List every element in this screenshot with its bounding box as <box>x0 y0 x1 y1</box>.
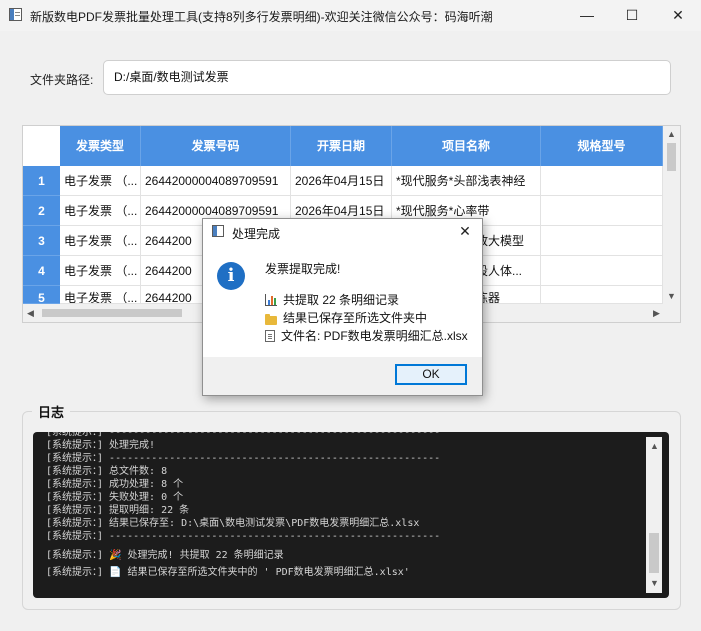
table-cell[interactable] <box>541 286 663 304</box>
minimize-button[interactable]: — <box>564 0 610 31</box>
column-header-item-name[interactable]: 项目名称 <box>392 126 541 166</box>
row-header[interactable]: 1 <box>23 166 60 196</box>
log-scroll-up-arrow-icon[interactable]: ▲ <box>650 441 659 451</box>
column-header-invoice-date[interactable]: 开票日期 <box>291 126 392 166</box>
log-line: [系统提示：] 成功处理: 8 个 <box>46 479 184 490</box>
maximize-button[interactable]: ☐ <box>609 0 655 31</box>
row-header[interactable]: 2 <box>23 196 60 226</box>
dialog-title: 处理完成 <box>232 227 281 241</box>
log-line: [系统提示：] --------------------------------… <box>46 432 441 438</box>
log-line: [系统提示：] --------------------------------… <box>46 531 441 542</box>
ok-button[interactable]: OK <box>395 364 467 385</box>
log-lines: [系统提示：] --------------------------------… <box>46 432 646 581</box>
table-corner <box>23 126 60 166</box>
scroll-up-arrow-icon[interactable]: ▲ <box>667 129 676 139</box>
document-icon <box>265 330 275 342</box>
app-icon <box>9 8 22 21</box>
folder-path-label: 文件夹路径: <box>30 73 94 87</box>
table-cell[interactable]: 2026年04月15日 <box>291 166 392 196</box>
close-button[interactable]: ✕ <box>655 0 701 31</box>
window-title: 新版数电PDF发票批量处理工具(支持8列多行发票明细)-欢迎关注微信公众号：码海… <box>30 10 493 24</box>
table-cell[interactable]: *现代服务*头部浅表神经 <box>392 166 541 196</box>
log-title: 日志 <box>32 402 71 421</box>
table-cell[interactable]: 电子发票 （... <box>60 196 141 226</box>
info-icon: i <box>217 262 245 290</box>
dialog-line-records: 共提取 22 条明细记录 <box>265 291 399 308</box>
log-scroll-thumb[interactable] <box>649 533 659 573</box>
table-cell[interactable]: 电子发票 （... <box>60 166 141 196</box>
scroll-left-arrow-icon[interactable]: ◀ <box>27 308 34 319</box>
row-header[interactable]: 5 <box>23 286 60 305</box>
log-scroll-down-arrow-icon[interactable]: ▼ <box>650 578 659 588</box>
folder-path-input[interactable]: D:/桌面/数电测试发票 <box>103 60 671 95</box>
dialog-app-icon <box>212 225 224 237</box>
log-line: [系统提示：] --------------------------------… <box>46 453 441 464</box>
log-line: [系统提示：] 总文件数: 8 <box>46 466 168 477</box>
bar-chart-icon <box>265 294 277 306</box>
title-bar: 新版数电PDF发票批量处理工具(支持8列多行发票明细)-欢迎关注微信公众号：码海… <box>0 0 701 31</box>
log-line: [系统提示：] 🎉 处理完成! 共提取 22 条明细记录 <box>46 550 284 561</box>
folder-icon <box>265 314 277 325</box>
log-line: [系统提示：] 📄 结果已保存至所选文件夹中的 ' PDF数电发票明细汇总.xl… <box>46 567 410 578</box>
log-line: [系统提示：] 结果已保存至: D:\桌面\数电测试发票\PDF数电发票明细汇总… <box>46 518 420 529</box>
table-cell[interactable]: 电子发票 （... <box>60 226 141 256</box>
dialog-line-filename: 文件名: PDF数电发票明细汇总.xlsx <box>265 327 468 344</box>
table-cell[interactable] <box>541 196 663 226</box>
row-header[interactable]: 3 <box>23 226 60 256</box>
dialog-title-bar: 处理完成 ✕ <box>203 219 482 245</box>
column-header-spec-model[interactable]: 规格型号 <box>541 126 663 166</box>
column-header-invoice-number[interactable]: 发票号码 <box>141 126 291 166</box>
dialog-filename-text: 文件名: PDF数电发票明细汇总.xlsx <box>281 329 468 343</box>
table-cell[interactable]: 电子发票 （... <box>60 286 141 304</box>
row-header[interactable]: 4 <box>23 256 60 286</box>
log-console[interactable]: [系统提示：] --------------------------------… <box>33 432 669 598</box>
table-cell[interactable]: 电子发票 （... <box>60 256 141 286</box>
log-line: [系统提示：] 失败处理: 0 个 <box>46 492 184 503</box>
dialog-body: i 发票提取完成! 共提取 22 条明细记录 结果已保存至所选文件夹中 文件名:… <box>203 245 482 357</box>
dialog-line-saved: 结果已保存至所选文件夹中 <box>265 309 427 326</box>
log-line: [系统提示：] 提取明细: 22 条 <box>46 505 190 516</box>
table-cell[interactable] <box>541 166 663 196</box>
completion-dialog: 处理完成 ✕ i 发票提取完成! 共提取 22 条明细记录 结果已保存至所选文件… <box>202 218 483 396</box>
table-cell[interactable]: 26442000004089709591 <box>141 166 291 196</box>
table-vertical-scroll-thumb[interactable] <box>667 143 676 171</box>
log-line: [系统提示：] 处理完成! <box>46 440 156 451</box>
dialog-records-text: 共提取 22 条明细记录 <box>283 293 400 307</box>
column-header-invoice-type[interactable]: 发票类型 <box>60 126 141 166</box>
table-cell[interactable] <box>541 256 663 286</box>
scroll-right-arrow-icon[interactable]: ▶ <box>653 308 660 319</box>
table-horizontal-scroll-thumb[interactable] <box>42 309 182 317</box>
dialog-heading: 发票提取完成! <box>265 262 341 276</box>
table-cell[interactable] <box>541 226 663 256</box>
dialog-close-button[interactable]: ✕ <box>455 221 475 241</box>
scroll-down-arrow-icon[interactable]: ▼ <box>667 291 676 301</box>
dialog-saved-text: 结果已保存至所选文件夹中 <box>283 311 428 325</box>
